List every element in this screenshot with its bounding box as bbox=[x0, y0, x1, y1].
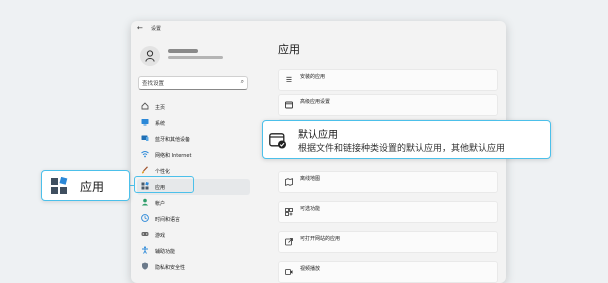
video-icon bbox=[285, 268, 293, 276]
sidebar-item-label: 时间和语言 bbox=[155, 217, 181, 223]
sidebar-item-time-language[interactable]: 时间和语言 bbox=[137, 211, 250, 227]
user-email-redacted bbox=[168, 56, 223, 59]
card-apps-for-websites[interactable]: 可打开网站的应用 bbox=[278, 231, 498, 253]
sidebar-item-label: 辅助功能 bbox=[155, 249, 176, 255]
page-title: 应用 bbox=[278, 43, 300, 56]
home-icon bbox=[141, 102, 149, 110]
sidebar-item-label: 游戏 bbox=[155, 233, 166, 239]
sidebar-item-label: 主页 bbox=[155, 105, 166, 111]
card-title: 安装的应用 bbox=[300, 74, 326, 80]
list-icon: ☰ bbox=[285, 76, 293, 84]
window-title: 设置 bbox=[151, 26, 162, 32]
card-optional-features[interactable]: 可选功能 bbox=[278, 201, 498, 223]
shield-icon bbox=[141, 262, 149, 270]
personalization-icon bbox=[141, 166, 149, 174]
sidebar-item-label: 网络和 Internet bbox=[155, 153, 192, 159]
sidebar-item-label: 系统 bbox=[155, 121, 166, 127]
sidebar-item-label: 蓝牙和其他设备 bbox=[155, 137, 191, 143]
card-offline-maps[interactable]: 离线地图 bbox=[278, 171, 498, 193]
card-installed-apps[interactable]: ☰ 安装的应用 bbox=[278, 69, 498, 91]
card-video-playback[interactable]: 视频播放 bbox=[278, 261, 498, 283]
search-icon: ⌕ bbox=[240, 78, 244, 85]
callout-connector bbox=[130, 185, 135, 186]
apps-nav-highlight bbox=[134, 176, 194, 193]
sidebar-item-bluetooth[interactable]: 蓝牙和其他设备 bbox=[137, 131, 250, 147]
card-title: 离线地图 bbox=[300, 176, 321, 182]
sidebar-item-account[interactable]: 帐户 bbox=[137, 195, 250, 211]
optional-features-icon bbox=[285, 208, 293, 216]
person-icon bbox=[145, 50, 155, 62]
time-language-icon bbox=[141, 214, 149, 222]
sidebar-item-system[interactable]: 系统 bbox=[137, 115, 250, 131]
account-icon bbox=[141, 198, 149, 206]
gaming-icon bbox=[141, 230, 149, 238]
sidebar-item-label: 隐私和安全性 bbox=[155, 265, 186, 271]
default-apps-title: 默认应用 bbox=[298, 130, 338, 141]
default-apps-subtitle: 根据文件和链接种类设置的默认应用，其他默认应用 bbox=[298, 144, 506, 154]
accessibility-icon bbox=[141, 246, 149, 254]
user-name-redacted bbox=[168, 49, 198, 53]
search-placeholder: 查找设置 bbox=[142, 81, 165, 87]
app-window-icon bbox=[285, 101, 293, 109]
card-title: 可选功能 bbox=[300, 206, 321, 212]
card-title: 高级应用设置 bbox=[300, 99, 331, 105]
sidebar-item-home[interactable]: 主页 bbox=[137, 99, 250, 115]
back-arrow-icon[interactable]: ← bbox=[137, 24, 143, 32]
apps-callout-label: 应用 bbox=[80, 180, 105, 194]
sidebar-item-network[interactable]: 网络和 Internet bbox=[137, 147, 250, 163]
apps-callout: 应用 bbox=[41, 170, 130, 201]
sidebar-item-gaming[interactable]: 游戏 bbox=[137, 227, 250, 243]
main-content: 应用 ☰ 安装的应用 高级应用设置 离线地图 可选功能 可打开网站的应用 视频播… bbox=[278, 37, 506, 283]
default-apps-icon bbox=[269, 133, 287, 149]
search-settings-input[interactable]: 查找设置 ⌕ bbox=[138, 76, 248, 90]
user-profile[interactable] bbox=[138, 43, 248, 73]
title-bar: ← 设置 bbox=[131, 21, 506, 37]
apps-icon bbox=[50, 176, 68, 195]
map-icon bbox=[285, 178, 293, 186]
open-link-icon bbox=[285, 238, 293, 246]
card-title: 可打开网站的应用 bbox=[300, 236, 341, 242]
bluetooth-icon bbox=[141, 134, 149, 142]
network-icon bbox=[141, 150, 149, 158]
sidebar-item-accessibility[interactable]: 辅助功能 bbox=[137, 243, 250, 259]
default-apps-callout[interactable]: 默认应用 根据文件和链接种类设置的默认应用，其他默认应用 bbox=[262, 120, 551, 159]
avatar bbox=[140, 46, 160, 66]
sidebar-item-label: 个性化 bbox=[155, 169, 171, 175]
system-icon bbox=[141, 118, 149, 126]
sidebar: 查找设置 ⌕ 主页 系统 蓝牙和其他设备 网络和 Internet 个性化 应用… bbox=[131, 37, 256, 283]
card-title: 视频播放 bbox=[300, 266, 321, 272]
sidebar-item-label: 帐户 bbox=[155, 201, 166, 207]
card-advanced-app-settings[interactable]: 高级应用设置 bbox=[278, 94, 498, 116]
